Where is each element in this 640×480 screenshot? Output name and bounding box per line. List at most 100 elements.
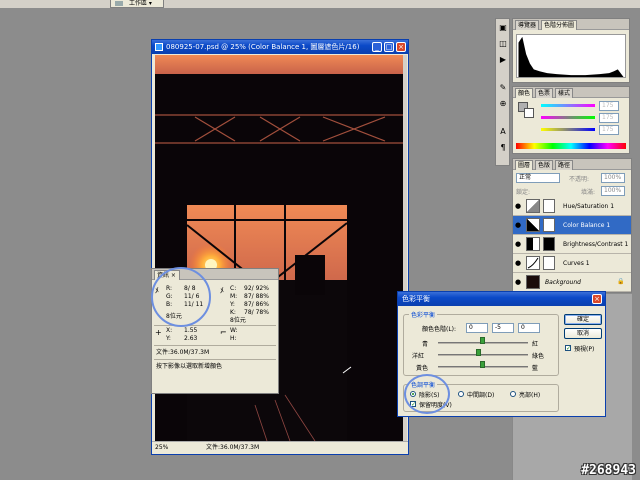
info-y2-value: 2.63 (184, 335, 198, 342)
tab-info[interactable]: 資訊 × (154, 270, 180, 280)
minimize-button[interactable]: _ (372, 42, 382, 52)
label-blue: 藍 (532, 365, 539, 372)
label-green: 綠色 (532, 353, 545, 360)
shadows-radio[interactable] (410, 391, 416, 397)
preserve-luminosity-checkbox[interactable]: ✓ (410, 401, 416, 408)
blue-slider[interactable] (541, 128, 595, 131)
layer-row[interactable]: ● Hue/Saturation 1 (513, 197, 631, 216)
level-input-yellow-blue[interactable]: 0 (518, 323, 540, 333)
dialog-titlebar[interactable]: 色彩平衡 × (398, 292, 605, 306)
fill-input[interactable]: 100% (601, 186, 625, 196)
layer-name: Color Balance 1 (563, 222, 611, 229)
red-slider[interactable] (541, 104, 595, 107)
layer-mask-thumbnail[interactable] (543, 218, 555, 232)
workspace-icon (115, 1, 123, 6)
blend-mode-select[interactable]: 正常 (516, 173, 560, 183)
brush-icon[interactable]: ✎ (498, 83, 508, 93)
visibility-eye-icon[interactable]: ● (515, 221, 523, 229)
tone-legend: 色調平衡 (409, 380, 438, 389)
preview-checkbox[interactable]: ✓ (565, 345, 571, 352)
color-panel[interactable]: 顏色 色票 樣式 175 175 175 (512, 86, 630, 154)
zoom-level[interactable]: 25% (155, 442, 168, 454)
info-k-label: K: (230, 309, 236, 316)
selection-size-icon: ⌐ (220, 328, 227, 337)
clone-source-icon[interactable]: ⊕ (498, 99, 508, 109)
document-titlebar[interactable]: 080925-07.psd @ 25% (Color Balance 1, 圖層… (152, 40, 408, 54)
maximize-button[interactable]: □ (384, 42, 394, 52)
history-icon[interactable]: ◫ (498, 39, 508, 49)
info-c-label: C: (230, 285, 237, 292)
info-k-value: 78/ 78% (244, 309, 269, 316)
tab-color[interactable]: 顏色 (515, 88, 534, 98)
layer-row[interactable]: ● Color Balance 1 (513, 216, 631, 235)
actions-icon[interactable]: ▶ (498, 55, 508, 65)
yellow-blue-thumb[interactable] (480, 361, 485, 368)
info-g-label: G: (166, 293, 173, 300)
layer-row[interactable]: ● Background 🔒 (513, 273, 631, 292)
lock-label: 鎖定: (516, 189, 531, 196)
eyedropper-cmyk-icon: ﾒ (220, 286, 224, 295)
background-swatch[interactable] (524, 108, 534, 118)
cyan-red-thumb[interactable] (480, 337, 485, 344)
info-b-value: 11/ 11 (184, 301, 204, 308)
layer-name: Hue/Saturation 1 (563, 203, 615, 210)
magenta-green-thumb[interactable] (476, 349, 481, 356)
close-button[interactable]: × (396, 42, 406, 52)
level-input-cyan-red[interactable]: 0 (466, 323, 488, 333)
workspace-button[interactable]: 工作區 ▾ (110, 0, 164, 8)
tab-histogram[interactable]: 色階分佈圖 (541, 20, 578, 30)
visibility-eye-icon[interactable]: ● (515, 259, 523, 267)
visibility-eye-icon[interactable]: ● (515, 202, 523, 210)
magenta-green-track[interactable] (438, 354, 528, 356)
layers-tabbar: 圖層 色版 路徑 (513, 159, 631, 170)
info-bits-right: 8位元 (230, 317, 246, 324)
level-input-magenta-green[interactable]: -5 (492, 323, 514, 333)
layer-name: Brightness/Contrast 1 (563, 241, 629, 248)
layer-name: Curves 1 (563, 260, 590, 267)
dialog-title: 色彩平衡 (402, 295, 430, 303)
visibility-eye-icon[interactable]: ● (515, 240, 523, 248)
ps-doc-icon (155, 43, 163, 51)
crosshair-icon: + (155, 328, 162, 337)
opacity-input[interactable]: 100% (601, 173, 625, 183)
eyedropper-icon: ﾒ (155, 286, 159, 295)
layer-row[interactable]: ● Curves 1 (513, 254, 631, 273)
red-value[interactable]: 175 (599, 101, 619, 111)
histogram-tabbar: 導覽器 色階分佈圖 (513, 19, 629, 30)
balance-legend: 色彩平衡 (409, 310, 438, 319)
highlights-radio[interactable] (510, 391, 516, 397)
layer-row[interactable]: ● Brightness/Contrast 1 (513, 235, 631, 254)
info-panel[interactable]: 資訊 × ﾒ R: 8/ 8 G: 11/ 6 B: 11/ 11 8位元 ﾒ … (151, 268, 279, 394)
navigator-icon[interactable]: ▣ (498, 23, 508, 33)
cancel-button[interactable]: 取消 (564, 328, 602, 339)
dialog-close-button[interactable]: × (592, 294, 602, 304)
tab-navigator[interactable]: 導覽器 (515, 20, 540, 30)
info-h-label: H: (230, 335, 237, 342)
green-value[interactable]: 175 (599, 113, 619, 123)
tab-paths[interactable]: 路徑 (555, 160, 574, 170)
layer-thumbnail (526, 275, 540, 289)
paragraph-icon[interactable]: ¶ (498, 143, 508, 153)
layer-mask-thumbnail[interactable] (543, 237, 555, 251)
visibility-eye-icon[interactable]: ● (515, 278, 523, 286)
layer-mask-thumbnail[interactable] (543, 256, 555, 270)
highlights-label: 亮部(H) (519, 392, 541, 399)
histogram-panel[interactable]: 導覽器 色階分佈圖 (512, 18, 630, 83)
spectrum-bar[interactable] (516, 143, 626, 149)
levels-label: 顏色色階(L): (422, 326, 457, 333)
ok-button[interactable]: 確定 (564, 314, 602, 325)
tab-styles[interactable]: 樣式 (555, 88, 574, 98)
tab-swatches[interactable]: 色票 (535, 88, 554, 98)
color-balance-dialog[interactable]: 色彩平衡 × 色彩平衡 顏色色階(L): 0 -5 0 青 紅 洋紅 綠色 黃色… (397, 291, 606, 417)
blue-value[interactable]: 175 (599, 125, 619, 135)
color-tabbar: 顏色 色票 樣式 (513, 87, 629, 98)
info-w-label: W: (230, 327, 238, 334)
character-icon[interactable]: A (498, 127, 508, 137)
layer-mask-thumbnail[interactable] (543, 199, 555, 213)
green-slider[interactable] (541, 116, 595, 119)
info-hint: 按下影像以選取新增顏色 (156, 363, 223, 370)
layers-panel[interactable]: 圖層 色版 路徑 正常 不透明: 100% 鎖定: 填滿: 100% ● Hue… (512, 158, 632, 293)
midtones-radio[interactable] (458, 391, 464, 397)
tab-layers[interactable]: 圖層 (515, 160, 534, 170)
tab-channels[interactable]: 色版 (535, 160, 554, 170)
